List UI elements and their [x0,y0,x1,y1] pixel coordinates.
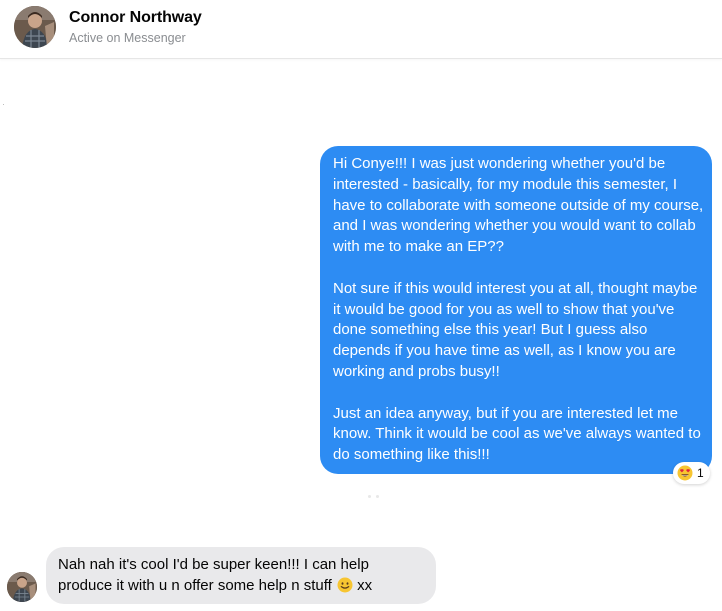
contact-avatar[interactable] [14,6,56,48]
smiling-face-emoji-icon [337,577,353,592]
message-paragraph: Not sure if this would interest you at a… [333,279,702,380]
contact-name[interactable]: Connor Northway [69,9,202,27]
message-paragraph: Hi Conye!!! I was just wondering whether… [333,155,708,256]
outgoing-message-bubble[interactable]: Hi Conye!!! I was just wondering whether… [320,146,712,474]
message-separator [368,495,379,498]
active-status: Active on Messenger [69,31,186,45]
reaction-badge[interactable]: 1 [673,462,710,484]
avatar-icon [7,572,37,602]
divider [3,104,4,105]
message-paragraph: Just an idea anyway, but if you are inte… [333,404,705,464]
message-text-suffix: xx [352,576,373,594]
heart-eyes-emoji-icon [677,465,693,481]
reaction-count: 1 [697,466,704,480]
conversation-header: Connor Northway Active on Messenger [0,0,722,59]
messenger-window: Connor Northway Active on Messenger Hi C… [0,0,722,611]
incoming-message-bubble[interactable]: Nah nah it's cool I'd be super keen!!! I… [46,547,436,604]
sender-avatar[interactable] [7,572,37,602]
avatar-icon [14,6,56,48]
message-text: Nah nah it's cool I'd be super keen!!! I… [58,556,369,594]
